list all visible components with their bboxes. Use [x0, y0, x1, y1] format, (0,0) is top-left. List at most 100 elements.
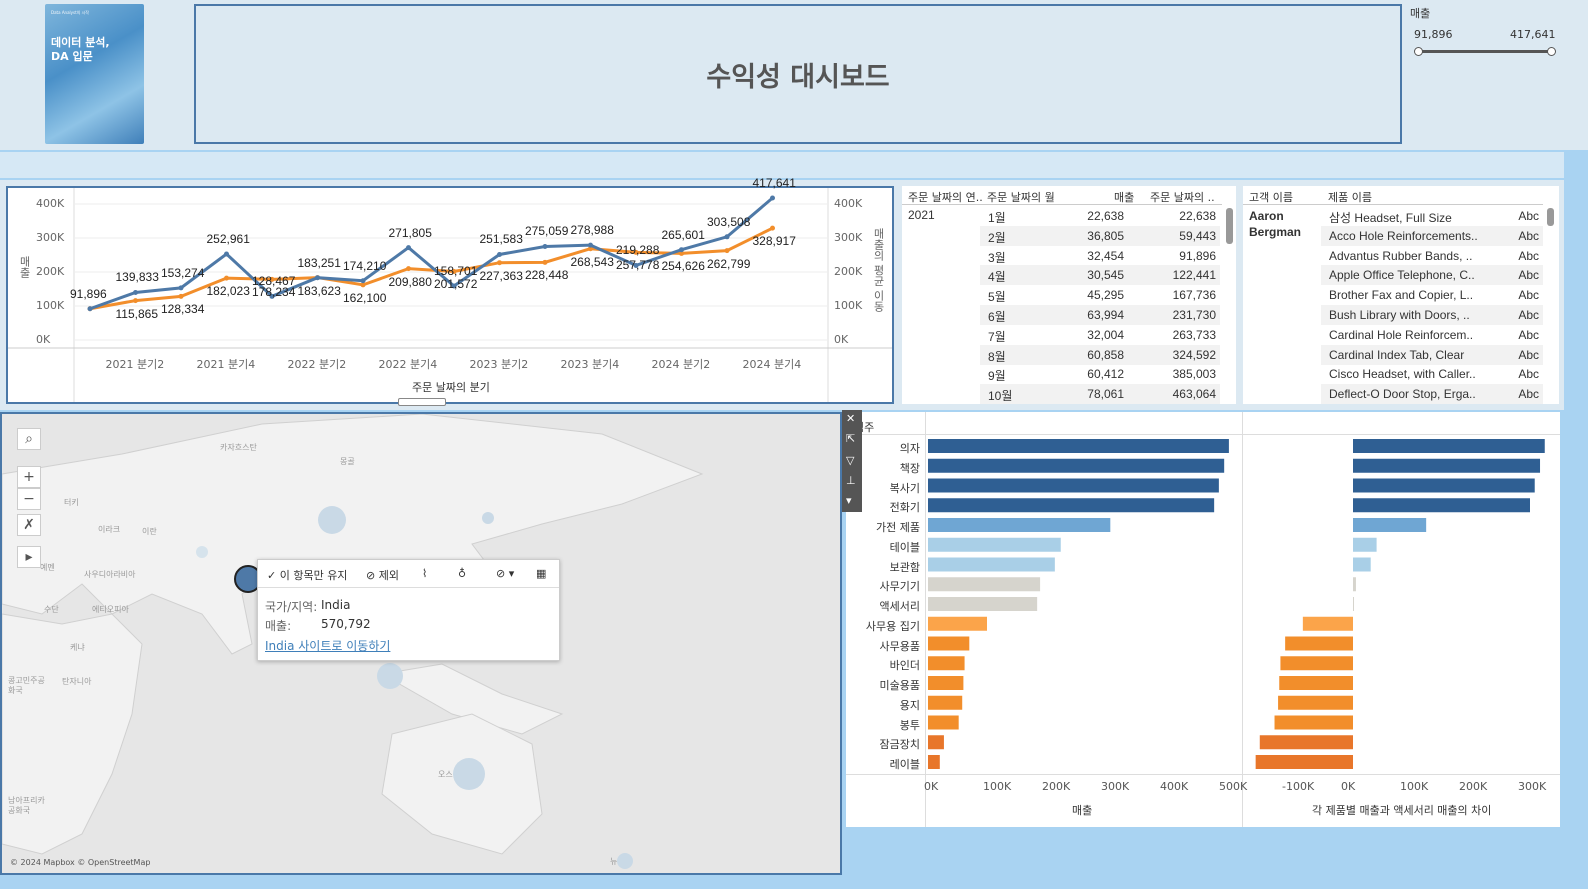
- data-point[interactable]: [724, 234, 730, 240]
- table-row[interactable]: Apple Office Telephone, C.. Abc: [1321, 265, 1543, 286]
- data-point[interactable]: [315, 275, 320, 281]
- diff-bar[interactable]: [1353, 597, 1354, 611]
- diff-bar[interactable]: [1279, 676, 1353, 690]
- sales-range-slider[interactable]: [1418, 50, 1554, 53]
- table-row[interactable]: Cardinal Hole Reinforcem.. Abc: [1321, 325, 1543, 345]
- sales-bar[interactable]: [928, 656, 965, 671]
- map-bubble-japan[interactable]: [482, 512, 494, 524]
- filter-icon[interactable]: ▽: [846, 454, 854, 467]
- map-bubble-indonesia[interactable]: [377, 663, 403, 689]
- monthly-sales-table[interactable]: 주문 날짜의 연.. 주문 날짜의 월 매출 주문 날짜의 .. 2021 1월…: [902, 186, 1236, 404]
- tooltip-go-to-site-link[interactable]: India 사이트로 이동하기: [265, 637, 390, 654]
- table-row[interactable]: Advantus Rubber Bands, .. Abc: [1321, 246, 1543, 266]
- data-point[interactable]: [178, 293, 184, 299]
- diff-bar[interactable]: [1353, 498, 1530, 513]
- data-point[interactable]: [406, 266, 411, 272]
- sales-bar[interactable]: [928, 676, 964, 690]
- open-external-icon[interactable]: ⇱: [846, 432, 855, 445]
- pin-icon[interactable]: ⊥: [846, 474, 856, 487]
- table-row[interactable]: 5월 45,295 167,736: [980, 285, 1220, 305]
- data-point[interactable]: [133, 298, 138, 304]
- sales-bar[interactable]: [928, 715, 959, 730]
- table-row[interactable]: 삼성 Headset, Full Size Abc: [1321, 206, 1543, 226]
- diff-bar[interactable]: [1285, 636, 1353, 651]
- diff-bar[interactable]: [1280, 656, 1353, 671]
- resize-handle[interactable]: [398, 398, 446, 406]
- lightbulb-icon[interactable]: ♁: [458, 567, 466, 580]
- exclude-button[interactable]: ⊘ 제외: [366, 567, 399, 583]
- col-header-customer[interactable]: 고객 이름: [1249, 189, 1293, 205]
- sales-bar[interactable]: [928, 498, 1215, 513]
- diff-bar[interactable]: [1353, 557, 1371, 572]
- sales-bar[interactable]: [928, 616, 987, 631]
- data-point[interactable]: [133, 289, 138, 295]
- reset-map-button[interactable]: ✗: [17, 514, 41, 536]
- diff-bar[interactable]: [1353, 458, 1541, 473]
- sales-bar[interactable]: [928, 735, 944, 750]
- data-point[interactable]: [406, 245, 411, 251]
- sales-bar[interactable]: [928, 755, 940, 769]
- map-tools-expand-button[interactable]: ▸: [17, 546, 41, 568]
- data-point[interactable]: [770, 195, 775, 201]
- table-row[interactable]: Brother Fax and Copier, L.. Abc: [1321, 285, 1543, 305]
- sales-bar[interactable]: [928, 458, 1225, 473]
- diff-bar[interactable]: [1353, 478, 1535, 493]
- diff-bar[interactable]: [1353, 577, 1356, 592]
- table-row[interactable]: 8월 60,858 324,592: [980, 344, 1220, 365]
- data-point[interactable]: [224, 251, 229, 257]
- sales-bar[interactable]: [928, 597, 1038, 611]
- sales-bar[interactable]: [928, 557, 1055, 572]
- zoom-in-button[interactable]: +: [17, 466, 41, 488]
- group-members-icon[interactable]: ⊘ ▾: [496, 567, 514, 580]
- col-header-month[interactable]: 주문 날짜의 월: [987, 189, 1055, 205]
- data-point[interactable]: [224, 275, 229, 281]
- slider-max-handle[interactable]: [1547, 47, 1556, 56]
- data-point[interactable]: [497, 260, 502, 266]
- table-row[interactable]: Deflect-O Door Stop, Erga.. Abc: [1321, 384, 1543, 404]
- col-header-running[interactable]: 주문 날짜의 ..: [1150, 189, 1215, 205]
- diff-bar[interactable]: [1255, 755, 1353, 769]
- table-row[interactable]: 3월 32,454 91,896: [980, 246, 1220, 266]
- data-point[interactable]: [588, 242, 593, 248]
- data-point[interactable]: [770, 225, 775, 231]
- table-row[interactable]: 2월 36,805 59,443: [980, 225, 1220, 246]
- diff-bar[interactable]: [1353, 518, 1427, 532]
- table-row[interactable]: 7월 32,004 263,733: [980, 325, 1220, 345]
- sales-bar[interactable]: [928, 439, 1229, 453]
- diff-bar[interactable]: [1259, 735, 1353, 750]
- map-bubble-pakistan[interactable]: [196, 546, 208, 558]
- diff-bar[interactable]: [1302, 616, 1353, 631]
- table-row[interactable]: Cisco Headset, with Caller.. Abc: [1321, 364, 1543, 384]
- table-row[interactable]: 9월 60,412 385,003: [980, 364, 1220, 384]
- sales-bar[interactable]: [928, 695, 963, 710]
- data-point[interactable]: [178, 285, 184, 291]
- paperclip-icon[interactable]: ⌇: [422, 567, 427, 580]
- keep-only-button[interactable]: ✓ 이 항목만 유지: [267, 567, 347, 583]
- map-bubble-australia[interactable]: [453, 758, 485, 790]
- zoom-out-button[interactable]: −: [17, 488, 41, 510]
- view-data-icon[interactable]: ▦: [536, 567, 546, 580]
- table-row[interactable]: Acco Hole Reinforcements.. Abc: [1321, 225, 1543, 246]
- data-point[interactable]: [679, 247, 684, 253]
- table-row[interactable]: 6월 63,994 231,730: [980, 305, 1220, 325]
- sales-bar[interactable]: [928, 577, 1041, 592]
- sales-bar[interactable]: [928, 518, 1111, 532]
- data-point[interactable]: [542, 243, 548, 249]
- table1-scrollbar[interactable]: [1226, 208, 1233, 244]
- col-header-product[interactable]: 제품 이름: [1328, 189, 1372, 205]
- diff-bar[interactable]: [1353, 439, 1545, 453]
- category-bar-charts[interactable]: 범주 의자 책장 복사기 전화기 가전 제품 테이블 보관함 사무기기 액세서리 사무용 집기 사무…: [846, 412, 1560, 827]
- col-header-year[interactable]: 주문 날짜의 연..: [908, 189, 983, 205]
- map-search-button[interactable]: ⌕: [17, 428, 41, 450]
- sales-bar[interactable]: [928, 636, 970, 651]
- table-row[interactable]: Cardinal Index Tab, Clear Abc: [1321, 344, 1543, 365]
- table-row[interactable]: 1월 22,638 22,638: [980, 206, 1220, 226]
- customer-product-table[interactable]: 고객 이름 제품 이름 Aaron Bergman 삼성 Headset, Fu…: [1243, 186, 1559, 404]
- table-row[interactable]: Bush Library with Doors, .. Abc: [1321, 305, 1543, 325]
- data-point[interactable]: [87, 306, 93, 312]
- data-point[interactable]: [360, 278, 366, 284]
- data-point[interactable]: [497, 251, 502, 257]
- col-header-sales[interactable]: 매출: [1114, 189, 1134, 205]
- diff-bar[interactable]: [1353, 537, 1377, 552]
- data-point[interactable]: [542, 259, 548, 265]
